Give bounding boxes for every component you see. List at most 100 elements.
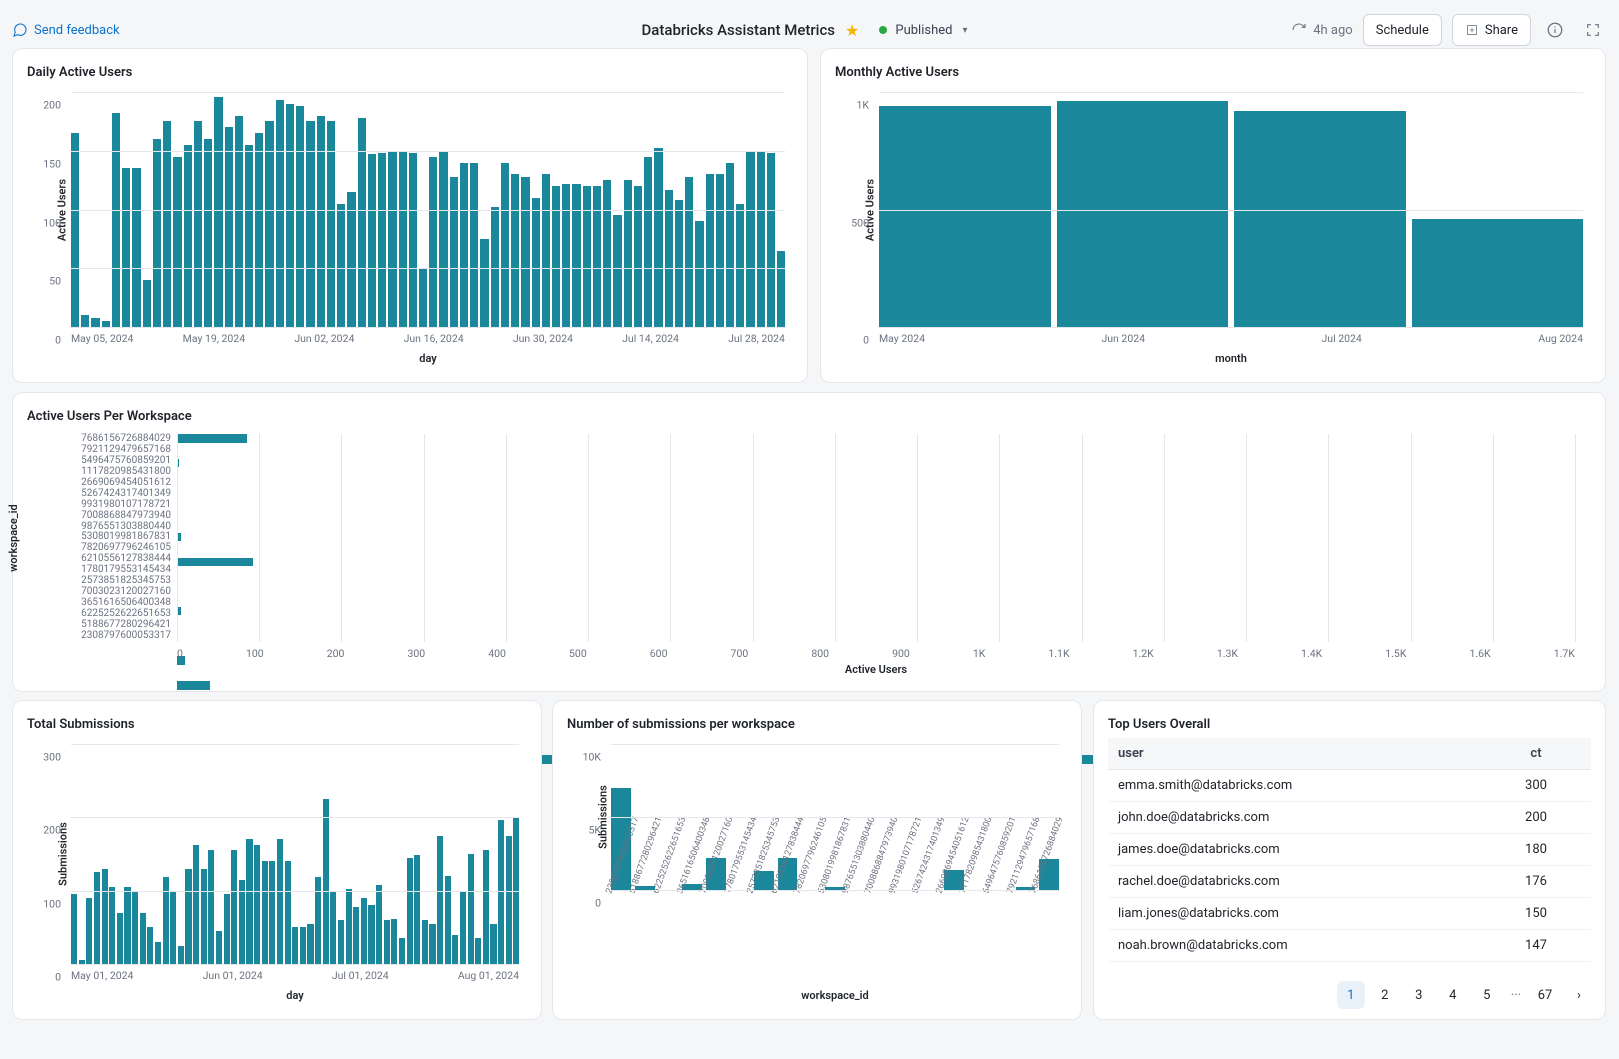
bar	[1412, 219, 1584, 327]
bar	[323, 799, 329, 964]
page-next[interactable]: ›	[1565, 981, 1593, 1009]
bar	[277, 839, 283, 964]
y-axis-label: Submissions	[596, 785, 609, 849]
bar	[511, 174, 519, 327]
page-3[interactable]: 3	[1405, 981, 1433, 1009]
dau-chart: Active Users day 050100150200 May 05, 20…	[27, 86, 793, 369]
cell-ct: 180	[1481, 834, 1591, 866]
page-title: Databricks Assistant Metrics	[642, 21, 836, 39]
bar	[94, 872, 100, 964]
bar	[286, 104, 294, 327]
bar	[214, 97, 222, 327]
send-feedback-label: Send feedback	[34, 23, 120, 38]
cell-ct: 200	[1481, 802, 1591, 834]
table-row[interactable]: ava.davis@databricks.com144	[1108, 962, 1591, 971]
card-top-users: Top Users Overall user ct emma.smith@dat…	[1093, 700, 1606, 1020]
x-axis-label: Active Users	[845, 663, 907, 676]
bar	[767, 153, 775, 327]
page-2[interactable]: 2	[1371, 981, 1399, 1009]
top-users-table: user ct emma.smith@databricks.com300john…	[1108, 738, 1591, 970]
schedule-button[interactable]: Schedule	[1363, 14, 1442, 46]
bar	[177, 681, 210, 690]
status-chip[interactable]: Published ▾	[869, 19, 977, 42]
feedback-icon	[12, 22, 28, 38]
info-button[interactable]	[1541, 16, 1569, 44]
bar	[307, 924, 313, 964]
table-row[interactable]: rachel.doe@databricks.com176	[1108, 866, 1591, 898]
y-tick: 0	[55, 334, 61, 347]
bar	[1057, 101, 1229, 327]
bar	[378, 153, 386, 327]
bar	[757, 151, 765, 327]
y-tick: 150	[43, 157, 61, 170]
bar	[292, 927, 298, 964]
bar	[376, 885, 382, 964]
bar	[216, 931, 222, 964]
bar	[506, 836, 512, 964]
chart-title: Active Users Per Workspace	[27, 409, 1591, 424]
y-tick: 1K	[857, 99, 870, 112]
x-tick: 500	[569, 647, 587, 660]
bar	[153, 139, 161, 327]
bar	[358, 118, 366, 327]
bar	[521, 177, 529, 327]
x-tick: 300	[407, 647, 425, 660]
spw-chart: Submissions workspace_id 05K10K 23087976…	[567, 738, 1067, 1006]
cell-user: noah.brown@databricks.com	[1108, 930, 1481, 962]
bar	[706, 174, 714, 327]
bar	[86, 898, 92, 964]
col-user[interactable]: user	[1108, 738, 1481, 770]
bar	[155, 942, 161, 964]
bar	[613, 215, 621, 327]
x-tick: Jun 16, 2024	[404, 332, 464, 345]
col-ct[interactable]: ct	[1481, 738, 1591, 770]
refresh-icon	[1291, 22, 1307, 38]
page-1[interactable]: 1	[1337, 981, 1365, 1009]
bar	[452, 935, 458, 964]
fullscreen-button[interactable]	[1579, 16, 1607, 44]
bar	[109, 887, 115, 964]
refresh-indicator[interactable]: 4h ago	[1291, 22, 1352, 38]
page-5[interactable]: 5	[1473, 981, 1501, 1009]
y-tick: 0	[55, 971, 61, 984]
bar	[460, 891, 466, 964]
bar	[634, 186, 642, 327]
table-row[interactable]: john.doe@databricks.com200	[1108, 802, 1591, 834]
bar	[296, 106, 304, 327]
x-tick: Aug 01, 2024	[458, 969, 519, 982]
bar	[777, 251, 785, 327]
bar	[583, 186, 591, 327]
x-tick: 1.3K	[1217, 647, 1238, 660]
bar	[177, 558, 253, 567]
cell-ct: 176	[1481, 866, 1591, 898]
bar	[483, 850, 489, 964]
share-button[interactable]: Share	[1452, 14, 1531, 46]
x-tick: 200	[327, 647, 345, 660]
pw-chart: workspace_id Active Users 76861567268840…	[27, 430, 1591, 678]
share-icon	[1465, 23, 1479, 37]
star-icon[interactable]: ★	[845, 21, 859, 40]
page-4[interactable]: 4	[1439, 981, 1467, 1009]
x-tick: 1K	[973, 647, 986, 660]
bar	[276, 100, 284, 327]
table-row[interactable]: noah.brown@databricks.com147	[1108, 930, 1591, 962]
bar	[654, 148, 662, 327]
chart-title: Number of submissions per workspace	[567, 717, 1067, 732]
table-row[interactable]: james.doe@databricks.com180	[1108, 834, 1591, 866]
x-axis-label: day	[419, 352, 436, 365]
bar	[102, 869, 108, 964]
send-feedback-link[interactable]: Send feedback	[12, 22, 120, 38]
bar	[208, 850, 214, 964]
tot-chart: Submissions day 0100200300 May 01, 2024J…	[27, 738, 527, 1006]
bar	[498, 820, 504, 964]
table-row[interactable]: liam.jones@databricks.com150	[1108, 898, 1591, 930]
page-last[interactable]: 67	[1531, 981, 1559, 1009]
bar	[399, 151, 407, 327]
bar	[391, 919, 397, 964]
bar	[147, 927, 153, 964]
x-tick: 900	[892, 647, 910, 660]
bar	[675, 200, 683, 327]
table-row[interactable]: emma.smith@databricks.com300	[1108, 770, 1591, 802]
cell-ct: 147	[1481, 930, 1591, 962]
bar	[163, 121, 171, 327]
